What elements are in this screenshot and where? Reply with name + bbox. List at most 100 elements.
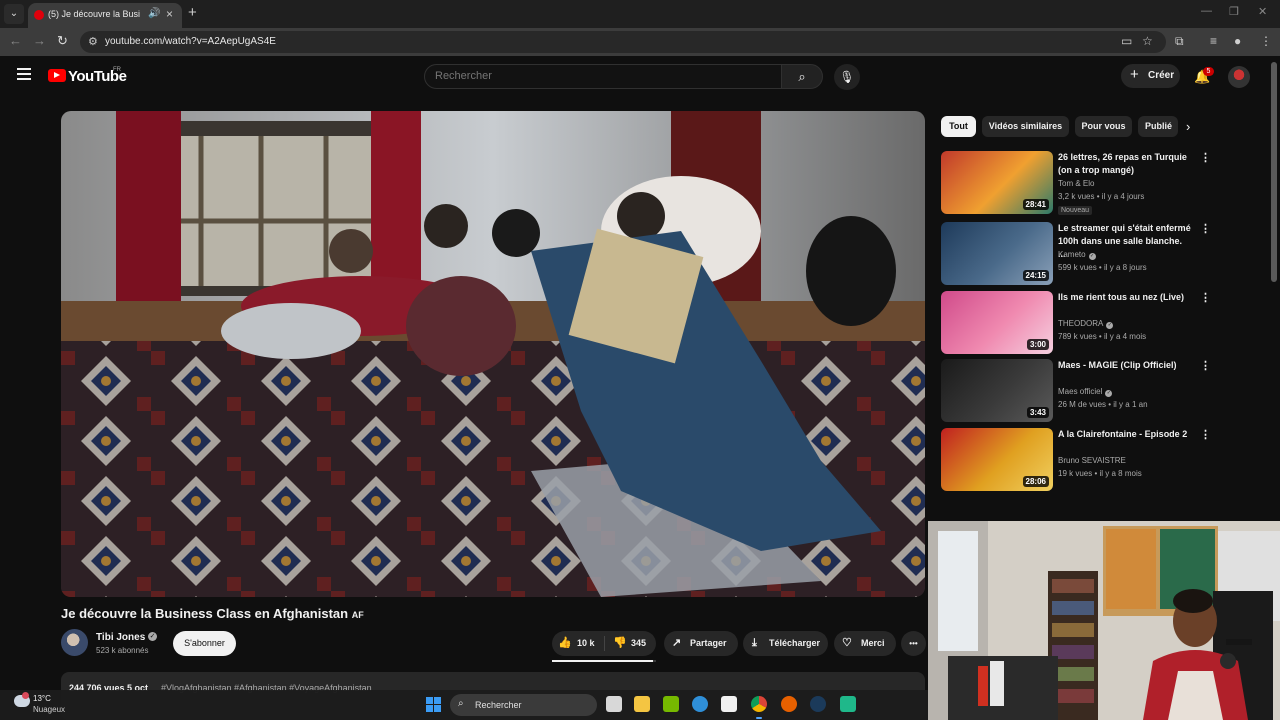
chevron-right-icon[interactable]: › — [1186, 119, 1190, 134]
verified-check-icon: ✓ — [148, 632, 157, 641]
channel-name[interactable]: Tibi Jones — [96, 632, 145, 643]
thanks-button[interactable]: ♡ Merci — [834, 631, 896, 656]
thanks-label: Merci — [861, 638, 885, 648]
recommendation-card[interactable]: 3:00 Ils me rient tous au nez (Live) THEOD… — [941, 291, 1216, 354]
search-input[interactable] — [435, 70, 765, 82]
microsoft-store-icon[interactable] — [721, 696, 737, 712]
microphone-icon[interactable]: 🎙 — [834, 64, 860, 90]
video-title: Je découvre la Business Class en Afghani… — [61, 606, 364, 621]
windows-start-icon[interactable] — [426, 697, 441, 712]
channel-avatar[interactable] — [61, 629, 88, 656]
chrome-icon[interactable] — [751, 696, 767, 712]
chip-similar-videos[interactable]: Vidéos similaires — [982, 116, 1069, 137]
window-close-icon[interactable]: ✕ — [1258, 5, 1267, 18]
recommendation-card[interactable]: 3:43 Maes - MAGIE (Clip Officiel) Maes off… — [941, 359, 1216, 422]
more-options-icon[interactable]: ⋮ — [1200, 291, 1211, 304]
nvidia-icon[interactable] — [663, 696, 679, 712]
forward-icon[interactable]: → — [33, 33, 46, 48]
firefox-icon[interactable] — [781, 696, 797, 712]
recommendation-card[interactable]: 24:15 Le streamer qui s'était enfermé 100… — [941, 222, 1216, 285]
recommendation-channel[interactable]: Kameto ✓ — [1058, 250, 1096, 260]
chip-all[interactable]: Tout — [941, 116, 976, 137]
more-actions-button[interactable]: ••• — [901, 631, 926, 656]
weather-temperature[interactable]: 13°C — [33, 694, 51, 703]
profile-icon[interactable]: ● — [1234, 34, 1241, 48]
more-options-icon[interactable]: ⋮ — [1200, 428, 1211, 441]
address-bar[interactable]: ⚙ youtube.com/watch?v=A2AepUgAS4E — [80, 31, 1166, 53]
minimize-icon[interactable]: — — [1201, 5, 1212, 17]
recommendation-channel[interactable]: Bruno SEVAISTRE — [1058, 456, 1126, 465]
account-avatar[interactable] — [1228, 66, 1250, 88]
file-explorer-icon[interactable] — [634, 696, 650, 712]
video-player[interactable] — [61, 111, 925, 597]
browser-tab-bar: ⌄ (5) Je découvre la Business 🔊 × + — ❐ … — [0, 0, 1280, 28]
recommendation-card[interactable]: 28:06 A la Clairefontaine - Episode 2 Brun… — [941, 428, 1216, 491]
recommendation-title[interactable]: Maes - MAGIE (Clip Officiel) — [1058, 359, 1192, 372]
webcam-frame — [928, 521, 1280, 720]
tab-list-button[interactable]: ⌄ — [4, 4, 24, 24]
region-code: FR — [113, 67, 121, 73]
page-scrollbar[interactable] — [1271, 62, 1277, 282]
steam-icon[interactable] — [810, 696, 826, 712]
reload-icon[interactable]: ↻ — [57, 33, 68, 49]
thumbs-down-icon[interactable]: 👎 — [613, 631, 627, 656]
browser-tab-active[interactable]: (5) Je découvre la Business 🔊 × — [28, 3, 182, 28]
recommendation-thumbnail[interactable]: 3:00 — [941, 291, 1053, 354]
more-options-icon[interactable]: ⋮ — [1200, 359, 1211, 372]
edge-browser-icon[interactable] — [692, 696, 708, 712]
download-button[interactable]: ⤓ Télécharger — [743, 631, 828, 656]
chip-published[interactable]: Publié — [1138, 116, 1178, 137]
download-icon: ⤓ — [752, 637, 757, 649]
recommendation-thumbnail[interactable]: 28:41 — [941, 151, 1053, 214]
recommendation-card[interactable]: 28:41 26 lettres, 26 repas en Turquie (on… — [941, 151, 1216, 215]
weather-description[interactable]: Nuageux — [33, 705, 65, 714]
site-info-icon[interactable]: ⚙ — [88, 35, 98, 48]
recommendation-thumbnail[interactable]: 24:15 — [941, 222, 1053, 285]
taskbar-search[interactable]: ⌕ Rechercher — [450, 694, 597, 716]
close-icon[interactable]: × — [166, 7, 173, 21]
recommendation-title[interactable]: Ils me rient tous au nez (Live) — [1058, 291, 1192, 304]
recommendation-channel[interactable]: Maes officiel ✓ — [1058, 387, 1113, 397]
recommendation-channel[interactable]: Tom & Elo — [1058, 179, 1094, 188]
search-button[interactable]: ⌕ — [781, 64, 823, 89]
restore-icon[interactable]: ❐ — [1229, 5, 1239, 18]
video-duration: 3:00 — [1026, 339, 1049, 350]
recommendation-channel[interactable]: THEODORA ✓ — [1058, 319, 1114, 329]
like-count[interactable]: 10 k — [577, 631, 595, 656]
thanks-heart-icon: ♡ — [842, 637, 852, 649]
channel-name: THEODORA — [1058, 319, 1104, 328]
thumbs-up-icon[interactable]: 👍 — [558, 631, 572, 656]
verified-check-icon: ✓ — [1106, 322, 1114, 329]
channel-name: Tom & Elo — [1058, 179, 1095, 188]
chat-app-icon[interactable] — [840, 696, 856, 712]
recommendation-thumbnail[interactable]: 3:43 — [941, 359, 1053, 422]
reading-list-icon[interactable]: ≡ — [1210, 34, 1217, 48]
create-button[interactable]: + Créer — [1121, 64, 1180, 88]
dislike-count[interactable]: 345 — [631, 631, 646, 656]
verified-check-icon: ✓ — [1088, 253, 1096, 260]
recommendation-meta: 26 M de vues • il y a 1 an — [1058, 400, 1148, 409]
hamburger-menu-icon[interactable] — [17, 68, 31, 80]
bookmark-star-icon[interactable]: ☆ — [1142, 34, 1153, 48]
youtube-logo-icon[interactable] — [48, 69, 66, 82]
more-options-icon[interactable]: ⋮ — [1200, 151, 1211, 164]
recommendation-title[interactable]: 26 lettres, 26 repas en Turquie (on a tr… — [1058, 151, 1192, 177]
youtube-favicon-icon — [34, 10, 44, 20]
verified-check-icon: ✓ — [1105, 390, 1113, 397]
more-options-icon[interactable]: ⋮ — [1200, 222, 1211, 235]
extensions-icon[interactable]: ⧉ — [1175, 34, 1184, 49]
share-button[interactable]: ↗ Partager — [664, 631, 738, 656]
back-icon[interactable]: ← — [9, 33, 22, 48]
cast-icon[interactable]: ▭ — [1121, 34, 1132, 48]
task-view-icon[interactable] — [606, 696, 622, 712]
url-text: youtube.com/watch?v=A2AepUgAS4E — [105, 36, 276, 47]
recommendation-title[interactable]: A la Clairefontaine - Episode 2 — [1058, 428, 1192, 441]
search-box[interactable] — [424, 64, 782, 89]
browser-menu-icon[interactable]: ⋮ — [1260, 34, 1272, 48]
recommendation-thumbnail[interactable]: 28:06 — [941, 428, 1053, 491]
video-duration: 24:15 — [1022, 270, 1049, 281]
chip-for-you[interactable]: Pour vous — [1075, 116, 1132, 137]
subscribe-button[interactable]: S'abonner — [173, 631, 236, 656]
new-tab-button[interactable]: + — [188, 4, 197, 21]
speaker-icon[interactable]: 🔊 — [148, 8, 160, 19]
